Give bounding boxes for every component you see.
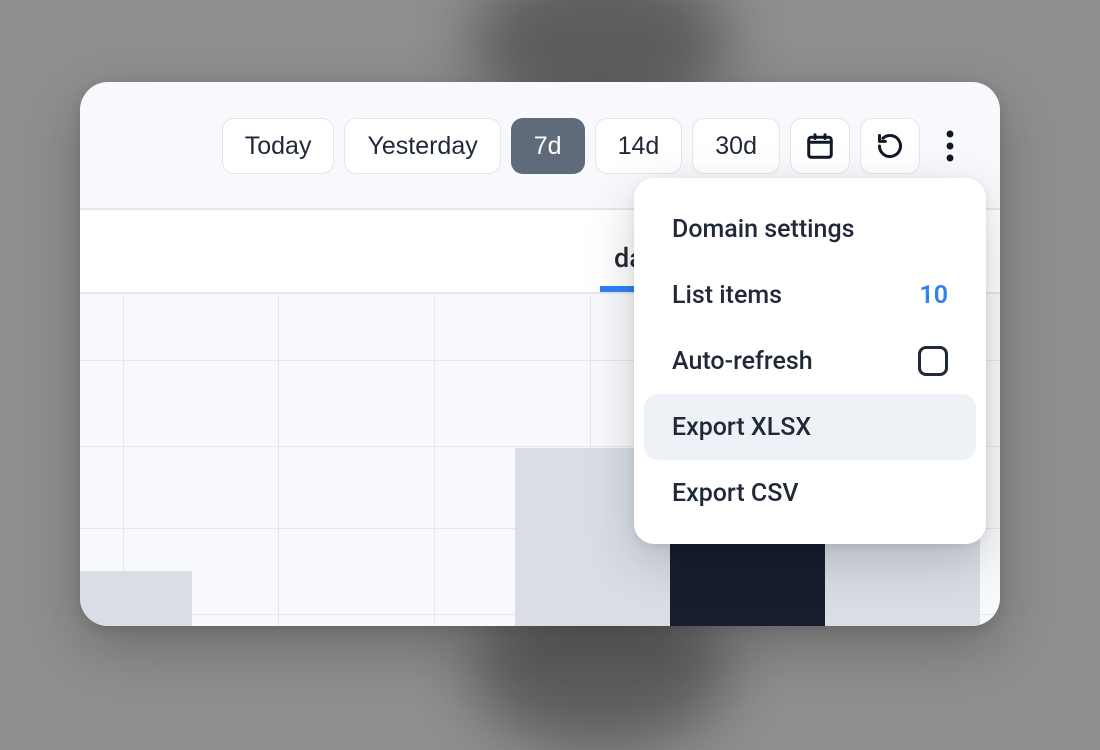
range-14d-button[interactable]: 14d <box>595 118 683 174</box>
custom-date-button[interactable] <box>790 118 850 174</box>
menu-item-label: List items <box>672 281 782 310</box>
date-range-toolbar: Today Yesterday 7d 14d 30d <box>222 118 970 174</box>
chart-bar <box>80 571 192 626</box>
menu-item-label: Auto-refresh <box>672 347 813 376</box>
menu-item-list-items[interactable]: List items 10 <box>644 262 976 328</box>
analytics-card: Today Yesterday 7d 14d 30d <box>80 82 1000 626</box>
menu-item-label: Domain settings <box>672 215 855 244</box>
range-yesterday-button[interactable]: Yesterday <box>344 118 500 174</box>
menu-item-export-csv[interactable]: Export CSV <box>644 460 976 526</box>
range-7d-button[interactable]: 7d <box>511 118 585 174</box>
menu-item-export-xlsx[interactable]: Export XLSX <box>644 394 976 460</box>
menu-item-label: Export CSV <box>672 479 799 508</box>
list-items-value[interactable]: 10 <box>919 281 948 310</box>
range-today-button[interactable]: Today <box>222 118 335 174</box>
menu-item-domain-settings[interactable]: Domain settings <box>644 196 976 262</box>
more-options-menu: Domain settings List items 10 Auto-refre… <box>634 178 986 544</box>
menu-item-auto-refresh[interactable]: Auto-refresh <box>644 328 976 394</box>
auto-refresh-checkbox[interactable] <box>918 346 948 376</box>
more-options-button[interactable] <box>930 118 970 174</box>
gridline-vertical <box>278 296 279 626</box>
calendar-icon <box>805 131 835 161</box>
range-30d-button[interactable]: 30d <box>692 118 780 174</box>
refresh-button[interactable] <box>860 118 920 174</box>
gridline-vertical <box>434 296 435 626</box>
menu-item-label: Export XLSX <box>672 413 811 442</box>
kebab-icon <box>945 130 955 162</box>
refresh-icon <box>876 132 904 160</box>
